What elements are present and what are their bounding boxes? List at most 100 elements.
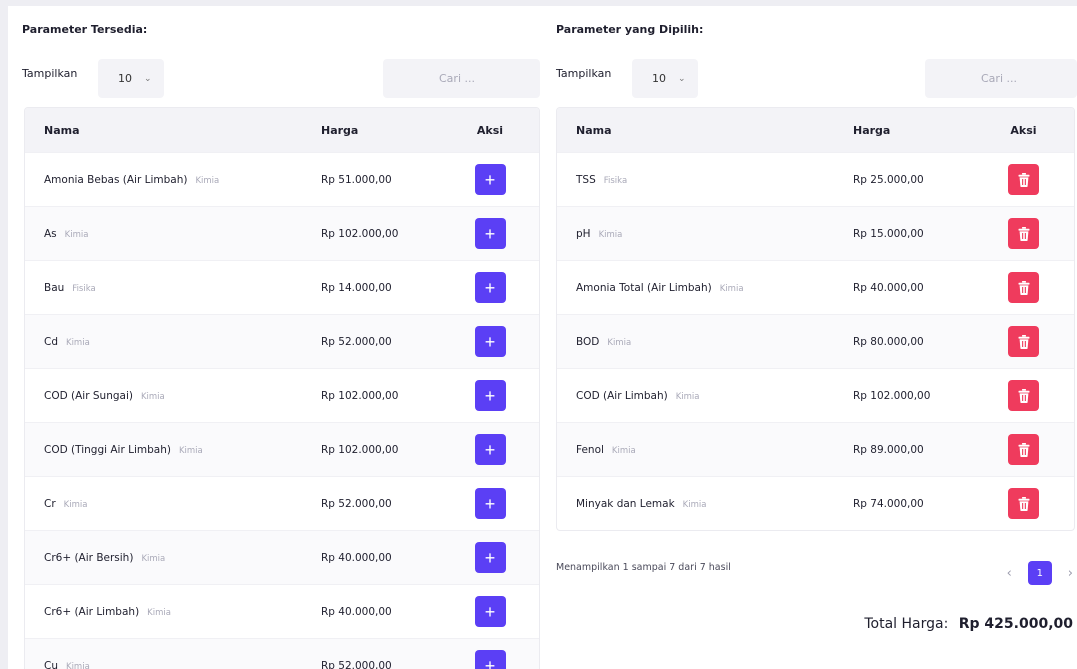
available-search-input[interactable] <box>383 59 540 98</box>
pagination-prev-button[interactable]: ‹ <box>1007 566 1012 581</box>
parameter-category: Fisika <box>603 175 628 186</box>
parameter-category: Kimia <box>178 445 203 456</box>
parameter-name-cell: COD (Air Limbah) Kimia <box>557 390 853 402</box>
parameter-category: Kimia <box>682 499 707 510</box>
add-parameter-button[interactable]: + <box>474 650 506 669</box>
available-panel-title: Parameter Tersedia: <box>22 23 148 36</box>
parameter-category: Kimia <box>66 337 90 348</box>
action-cell <box>973 164 1074 195</box>
column-header-name: Nama <box>44 123 80 137</box>
parameter-category: Kimia <box>141 553 166 564</box>
parameter-category: Kimia <box>607 337 632 348</box>
parameter-category: Kimia <box>598 229 623 240</box>
delete-parameter-button[interactable] <box>1008 164 1039 195</box>
delete-parameter-button[interactable] <box>1008 326 1039 357</box>
available-page-size-select[interactable]: 10 ⌄ <box>98 59 164 98</box>
add-parameter-button[interactable]: + <box>474 596 506 627</box>
table-row: COD (Tinggi Air Limbah) Kimia Rp 102.000,0… <box>25 422 539 476</box>
pagination-next-button[interactable]: › <box>1068 566 1073 581</box>
table-row: BOD Kimia Rp 80.000,00 <box>557 314 1074 368</box>
table-row: pH Kimia Rp 15.000,00 <box>557 206 1074 260</box>
add-parameter-button[interactable]: + <box>474 218 506 249</box>
action-cell: + <box>441 272 539 303</box>
parameter-name-cell: Bau Fisika <box>25 282 321 294</box>
parameter-category: Kimia <box>195 175 220 186</box>
parameter-name: Minyak dan Lemak <box>576 497 675 510</box>
plus-icon: + <box>484 385 496 406</box>
table-row: Amonia Total (Air Limbah) Kimia Rp 40.000,… <box>557 260 1074 314</box>
trash-icon <box>1018 280 1029 295</box>
column-header-price: Harga <box>321 123 359 137</box>
delete-parameter-button[interactable] <box>1008 488 1039 519</box>
parameter-name-cell: Cd Kimia <box>25 336 321 348</box>
parameter-price: Rp 74.000,00 <box>853 497 924 510</box>
add-parameter-button[interactable]: + <box>474 326 506 357</box>
parameter-name-cell: Cr6+ (Air Limbah) Kimia <box>25 606 321 618</box>
add-parameter-button[interactable]: + <box>474 380 506 411</box>
parameter-name-cell: Amonia Total (Air Limbah) Kimia <box>557 282 853 294</box>
action-cell: + <box>441 164 539 195</box>
table-row: Cr6+ (Air Limbah) Kimia Rp 40.000,00 + <box>25 584 539 638</box>
parameter-price: Rp 52.000,00 <box>321 335 392 348</box>
parameter-price: Rp 14.000,00 <box>321 281 392 294</box>
add-parameter-button[interactable]: + <box>474 542 506 573</box>
plus-icon: + <box>484 169 496 190</box>
trash-icon <box>1018 226 1029 241</box>
delete-parameter-button[interactable] <box>1008 434 1039 465</box>
trash-icon <box>1018 496 1029 511</box>
action-cell: + <box>441 650 539 669</box>
selected-table-header: Nama Harga Aksi <box>557 108 1074 152</box>
available-table-header: Nama Harga Aksi <box>25 108 539 152</box>
plus-icon: + <box>484 601 496 622</box>
parameter-price: Rp 51.000,00 <box>321 173 392 186</box>
parameter-price: Rp 102.000,00 <box>321 227 399 240</box>
selected-search-input[interactable] <box>925 59 1077 98</box>
action-cell <box>973 488 1074 519</box>
parameter-price: Rp 102.000,00 <box>321 389 399 402</box>
column-header-price: Harga <box>853 123 891 137</box>
parameter-name-cell: As Kimia <box>25 228 321 240</box>
parameter-name-cell: Amonia Bebas (Air Limbah) Kimia <box>25 174 321 186</box>
action-cell <box>973 434 1074 465</box>
trash-icon <box>1018 334 1029 349</box>
delete-parameter-button[interactable] <box>1008 380 1039 411</box>
add-parameter-button[interactable]: + <box>474 488 506 519</box>
column-header-name: Nama <box>576 123 612 137</box>
parameter-name-cell: Cr Kimia <box>25 498 321 510</box>
delete-parameter-button[interactable] <box>1008 218 1039 249</box>
parameter-name: COD (Air Sungai) <box>44 389 133 402</box>
parameter-category: Kimia <box>147 607 171 618</box>
delete-parameter-button[interactable] <box>1008 272 1039 303</box>
parameter-price: Rp 40.000,00 <box>853 281 924 294</box>
plus-icon: + <box>484 655 496 669</box>
plus-icon: + <box>484 493 496 514</box>
table-row: Bau Fisika Rp 14.000,00 + <box>25 260 539 314</box>
parameter-name: COD (Air Limbah) <box>576 389 668 402</box>
parameter-name: Cr6+ (Air Bersih) <box>44 551 134 564</box>
trash-icon <box>1018 388 1029 403</box>
parameter-name-cell: COD (Tinggi Air Limbah) Kimia <box>25 444 321 456</box>
action-cell: + <box>441 218 539 249</box>
plus-icon: + <box>484 331 496 352</box>
parameter-price: Rp 80.000,00 <box>853 335 924 348</box>
parameter-name-cell: pH Kimia <box>557 228 853 240</box>
total-price: Total Harga: Rp 425.000,00 <box>864 616 1073 632</box>
plus-icon: + <box>484 547 496 568</box>
selected-page-size-select[interactable]: 10 ⌄ <box>632 59 698 98</box>
table-row: Cr Kimia Rp 52.000,00 + <box>25 476 539 530</box>
plus-icon: + <box>484 439 496 460</box>
add-parameter-button[interactable]: + <box>474 164 506 195</box>
add-parameter-button[interactable]: + <box>474 434 506 465</box>
parameter-category: Fisika <box>72 283 96 294</box>
parameter-category: Kimia <box>675 391 700 402</box>
pagination-page-1[interactable]: 1 <box>1027 561 1052 585</box>
parameter-name-cell: Cr6+ (Air Bersih) Kimia <box>25 552 321 564</box>
table-row: Minyak dan Lemak Kimia Rp 74.000,00 <box>557 476 1074 530</box>
action-cell <box>973 272 1074 303</box>
parameter-name: Amonia Bebas (Air Limbah) <box>44 173 188 186</box>
column-header-action: Aksi <box>476 123 504 137</box>
add-parameter-button[interactable]: + <box>474 272 506 303</box>
trash-icon <box>1018 172 1029 187</box>
plus-icon: + <box>484 223 496 244</box>
table-row: As Kimia Rp 102.000,00 + <box>25 206 539 260</box>
